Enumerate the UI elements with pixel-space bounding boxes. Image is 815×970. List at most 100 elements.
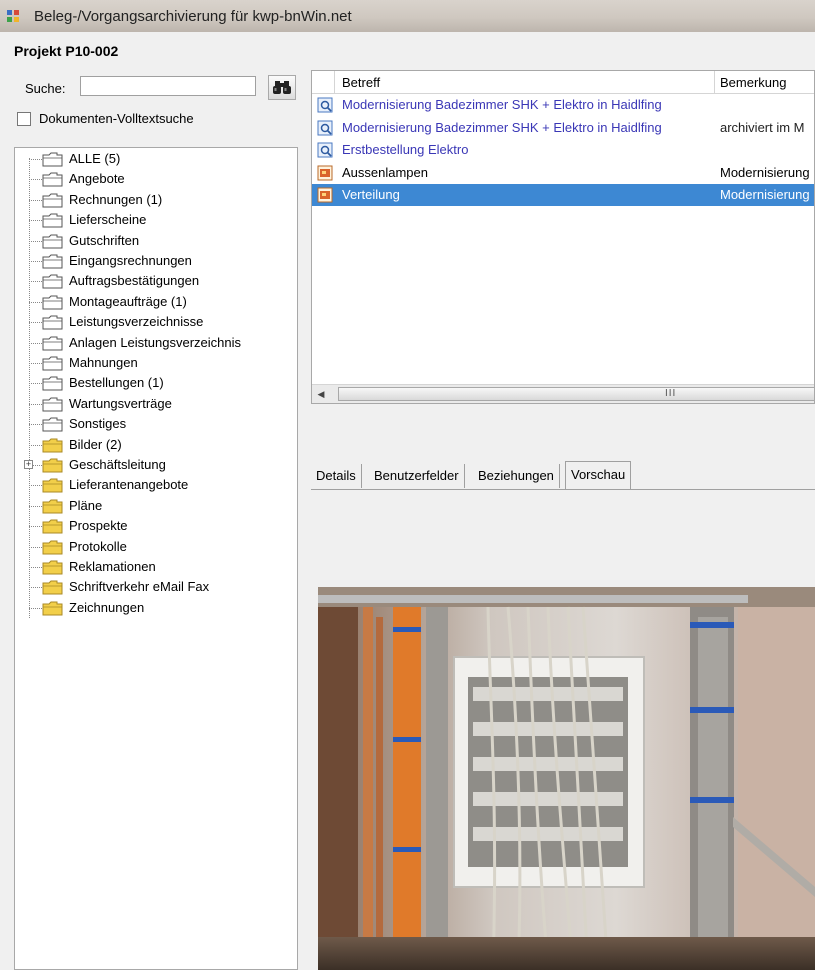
scroll-thumb[interactable]: III	[338, 387, 814, 401]
tree-item-label: Angebote	[69, 171, 125, 187]
tree-item[interactable]: Gutschriften	[15, 231, 295, 251]
tree-connector	[29, 587, 42, 589]
tree-item[interactable]: Sonstiges	[15, 414, 295, 434]
tree-connector	[29, 281, 42, 283]
search-label: Suche:	[25, 81, 66, 96]
document-search-icon	[317, 97, 333, 113]
tab-vorschau[interactable]: Vorschau	[565, 461, 632, 490]
fulltext-label: Dokumenten-Volltextsuche	[39, 111, 194, 126]
horizontal-scrollbar[interactable]: ◀ III	[312, 384, 814, 403]
tree-item[interactable]: Leistungsverzeichnisse	[15, 312, 295, 332]
tree-item[interactable]: Schriftverkehr eMail Fax	[15, 577, 295, 597]
table-row[interactable]: Aussenlampen Modernisierung	[312, 162, 814, 184]
search-input[interactable]	[80, 76, 256, 96]
tree-connector	[29, 444, 42, 446]
table-row[interactable]: Modernisierung Badezimmer SHK + Elektro …	[312, 117, 814, 139]
document-search-icon	[317, 142, 333, 158]
tree-connector	[29, 424, 42, 426]
expand-icon[interactable]: +	[24, 460, 33, 469]
cell-bemerkung: Modernisierung	[720, 164, 810, 180]
tree-item-label: Geschäftsleitung	[69, 457, 166, 472]
column-separator[interactable]	[714, 71, 715, 93]
tab-beziehungen[interactable]: Beziehungen	[473, 464, 560, 488]
tree-item[interactable]: Auftragsbestätigungen	[15, 271, 295, 291]
image-file-icon	[317, 187, 333, 203]
tree-item[interactable]: Bestellungen (1)	[15, 373, 295, 393]
tree-item[interactable]: Pläne	[15, 496, 295, 516]
folder-icon	[42, 499, 63, 514]
cell-betreff: Aussenlampen	[342, 164, 428, 180]
tree-connector	[29, 567, 42, 568]
tree-item-label: Auftragsbestätigungen	[69, 273, 200, 289]
tree-item-label: Protokolle	[69, 538, 127, 554]
scroll-left-icon[interactable]: ◀	[314, 387, 328, 401]
tree-item[interactable]: Lieferscheine	[15, 210, 295, 230]
tree-item[interactable]: Zeichnungen	[15, 598, 295, 618]
tree-item[interactable]: ALLE (5)	[15, 149, 295, 169]
tree-item[interactable]: Prospekte	[15, 516, 295, 536]
tree-connector	[29, 261, 42, 262]
app-icon	[7, 10, 19, 22]
folder-icon	[42, 336, 63, 351]
folder-icon	[42, 580, 63, 595]
scroll-grip: III	[665, 388, 677, 399]
tree-item-label: Bestellungen (1)	[69, 375, 164, 391]
tree-connector	[29, 403, 42, 405]
category-tree[interactable]: ALLE (5) Angebote Rechnungen (1) Liefersche…	[14, 147, 298, 970]
tree-item[interactable]: Rechnungen (1)	[15, 190, 295, 210]
tree-item[interactable]: Reklamationen	[15, 557, 295, 577]
folder-icon	[42, 172, 63, 187]
tree-item[interactable]: Wartungsverträge	[15, 394, 295, 414]
folder-icon	[42, 519, 63, 534]
folder-icon	[42, 478, 63, 493]
fulltext-checkbox[interactable]	[17, 112, 31, 126]
tree-item[interactable]: Anlagen Leistungsverzeichnis	[15, 333, 295, 353]
tree-item[interactable]: Montageaufträge (1)	[15, 292, 295, 312]
tree-connector	[29, 199, 42, 201]
document-table[interactable]: Betreff Bemerkung Modernisierung Badezim…	[311, 70, 815, 404]
folder-icon	[42, 213, 63, 228]
column-header-betreff[interactable]: Betreff	[342, 75, 380, 90]
table-row[interactable]: Verteilung Modernisierung	[312, 184, 814, 206]
tree-connector	[29, 240, 42, 242]
preview-image	[318, 587, 815, 970]
tree-item[interactable]: Angebote	[15, 169, 295, 189]
folder-icon	[42, 234, 63, 249]
tree-item-label: ALLE (5)	[69, 151, 121, 166]
tree-item[interactable]: Bilder (2)	[15, 435, 295, 455]
tab-details[interactable]: Details	[311, 464, 362, 488]
detail-tabs: Details Benutzerfelder Beziehungen Vorsc…	[311, 461, 815, 491]
table-row[interactable]: Modernisierung Badezimmer SHK + Elektro …	[312, 94, 814, 116]
tree-item-label: Eingangsrechnungen	[69, 253, 192, 268]
column-header-bemerkung[interactable]: Bemerkung	[720, 75, 786, 90]
tree-connector	[29, 342, 42, 344]
folder-icon	[42, 315, 63, 330]
folder-icon	[42, 397, 63, 412]
cell-betreff: Modernisierung Badezimmer SHK + Elektro …	[342, 119, 662, 135]
tree-item[interactable]: Eingangsrechnungen	[15, 251, 295, 271]
folder-icon	[42, 295, 63, 310]
folder-icon	[42, 193, 63, 208]
table-row[interactable]: Erstbestellung Elektro	[312, 139, 814, 161]
folder-icon	[42, 458, 63, 473]
cell-betreff: Erstbestellung Elektro	[342, 142, 469, 157]
tree-item[interactable]: + Geschäftsleitung	[15, 455, 295, 475]
search-button[interactable]	[268, 75, 296, 100]
tree-item-label: Zeichnungen	[69, 599, 145, 615]
tree-connector	[29, 546, 42, 548]
document-search-icon	[317, 120, 333, 135]
tree-connector	[29, 301, 42, 303]
cell-bemerkung: archiviert im M	[720, 119, 805, 135]
tree-item[interactable]: Mahnungen	[15, 353, 295, 373]
tree-item-label: Rechnungen (1)	[69, 191, 163, 207]
folder-icon	[42, 540, 63, 555]
tree-item[interactable]: Protokolle	[15, 537, 295, 557]
title-bar: Beleg-/Vorgangsarchivierung für kwp-bnWi…	[0, 0, 815, 32]
tree-item[interactable]: Lieferantenangebote	[15, 475, 295, 495]
tree-item-label: Lieferscheine	[69, 212, 147, 228]
tree-item-label: Prospekte	[69, 518, 128, 534]
tab-benutzerfelder[interactable]: Benutzerfelder	[369, 464, 465, 488]
tree-item-label: Wartungsverträge	[69, 395, 172, 411]
tree-item-label: Leistungsverzeichnisse	[69, 314, 204, 330]
tree-item-label: Lieferantenangebote	[69, 477, 189, 493]
